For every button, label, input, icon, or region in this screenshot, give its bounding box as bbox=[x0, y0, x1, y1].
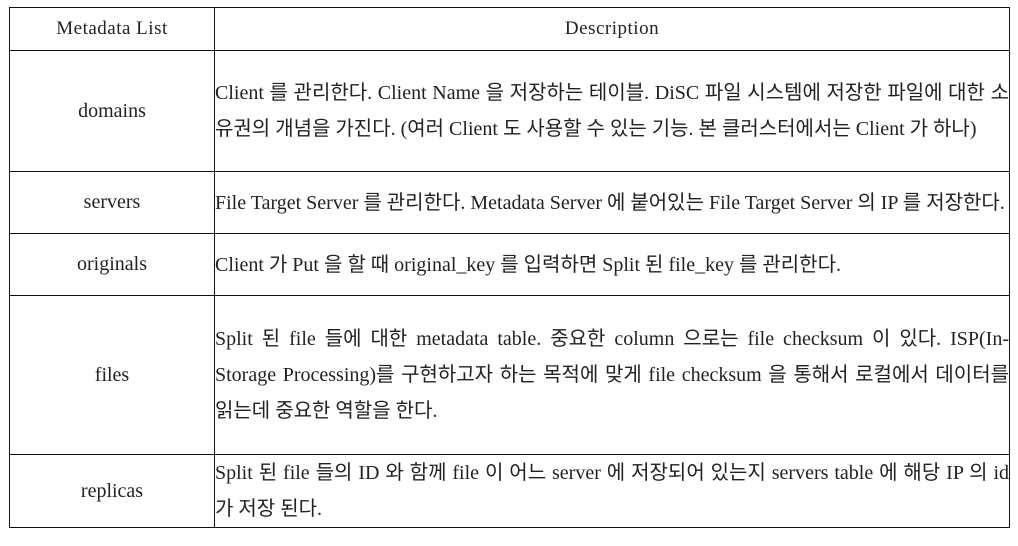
header-row: Metadata List Description bbox=[9, 7, 1010, 51]
metadata-name: originals bbox=[9, 233, 215, 296]
table-row: files Split 된 file 들에 대한 metadata table.… bbox=[9, 295, 1010, 455]
metadata-name: servers bbox=[9, 171, 215, 234]
metadata-name: files bbox=[9, 295, 215, 455]
table-row: servers File Target Server 를 관리한다. Metad… bbox=[9, 171, 1010, 234]
metadata-description: Split 된 file 들에 대한 metadata table. 중요한 c… bbox=[214, 295, 1010, 455]
table-row: replicas Split 된 file 들의 ID 와 함께 file 이 … bbox=[9, 454, 1010, 528]
metadata-table: Metadata List Description domains Client… bbox=[9, 7, 1010, 528]
metadata-name: replicas bbox=[9, 454, 215, 528]
header-metadata-list: Metadata List bbox=[9, 7, 215, 51]
metadata-name: domains bbox=[9, 50, 215, 172]
table-row: domains Client 를 관리한다. Client Name 을 저장하… bbox=[9, 50, 1010, 172]
header-description: Description bbox=[214, 7, 1010, 51]
metadata-description: Client 를 관리한다. Client Name 을 저장하는 테이블. D… bbox=[214, 50, 1010, 172]
metadata-description: Split 된 file 들의 ID 와 함께 file 이 어느 server… bbox=[214, 454, 1010, 528]
table-row: originals Client 가 Put 을 할 때 original_ke… bbox=[9, 233, 1010, 296]
metadata-description: File Target Server 를 관리한다. Metadata Serv… bbox=[214, 171, 1010, 234]
metadata-description: Client 가 Put 을 할 때 original_key 를 입력하면 S… bbox=[214, 233, 1010, 296]
